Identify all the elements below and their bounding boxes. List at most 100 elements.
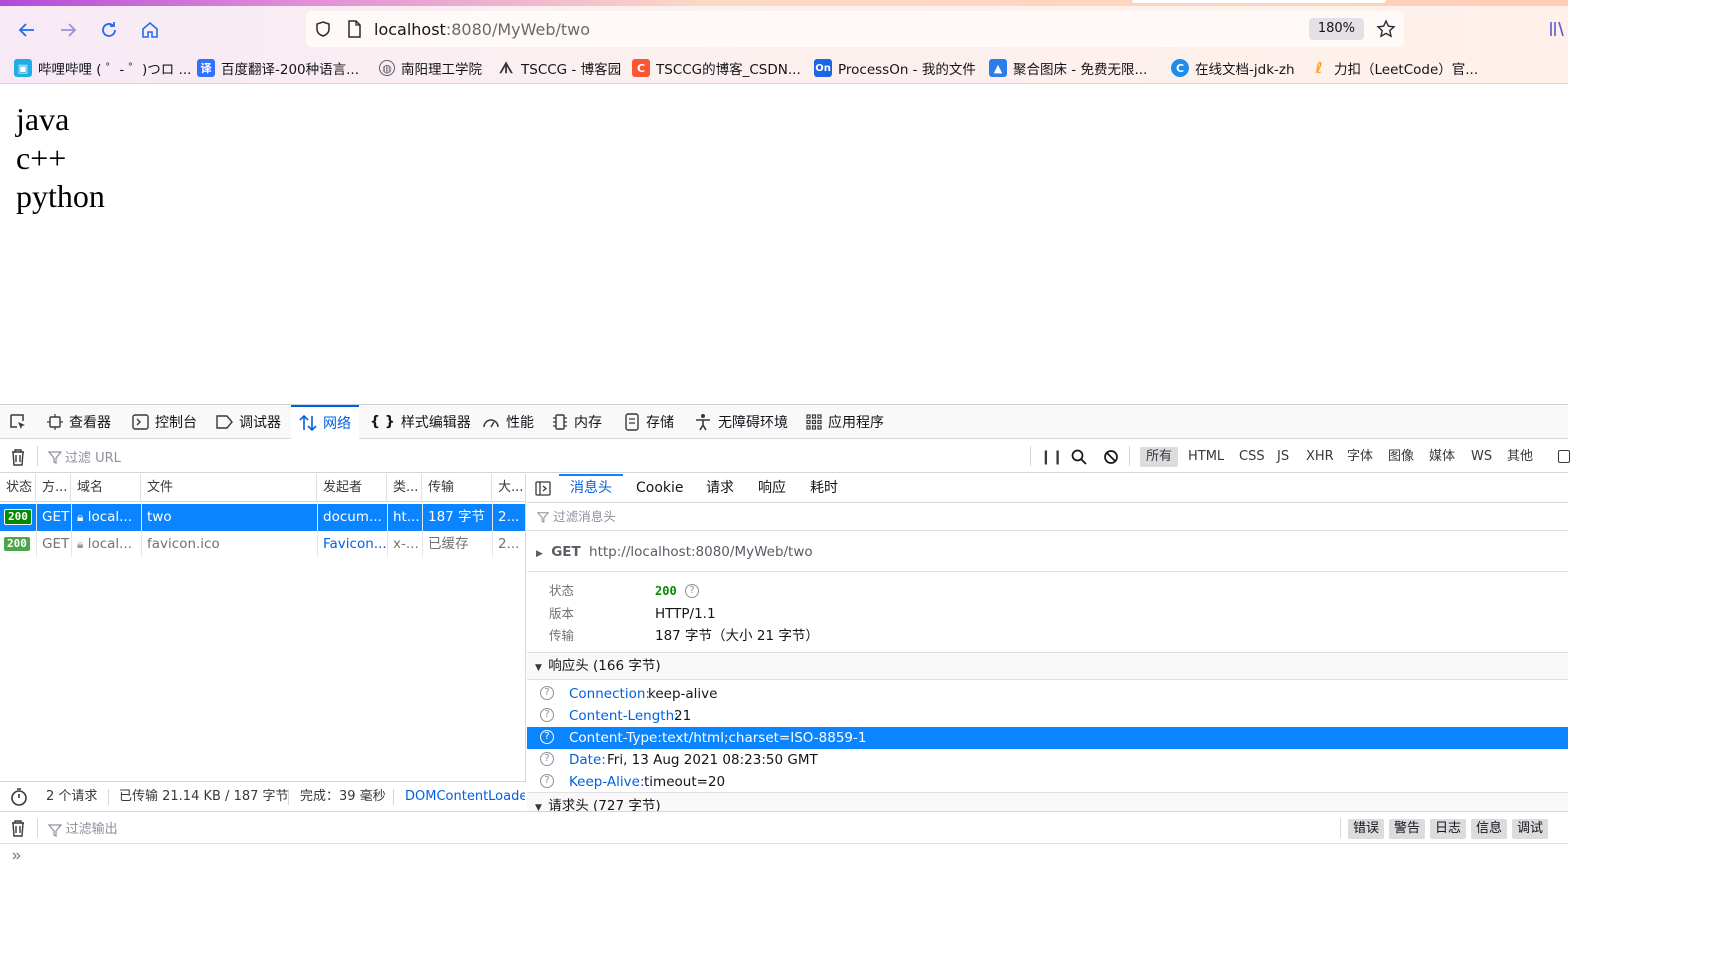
bookmark-star-icon[interactable]: [1376, 19, 1396, 39]
filter-images[interactable]: 图像: [1382, 447, 1420, 467]
filter-output-input[interactable]: 过滤输出: [48, 812, 1328, 845]
filter-html[interactable]: HTML: [1182, 447, 1230, 467]
bookmark-csdn[interactable]: C TSCCG的博客_CSDN...: [632, 58, 801, 78]
column-size[interactable]: 大...: [492, 474, 526, 502]
filter-ws[interactable]: WS: [1465, 447, 1498, 467]
column-initiator[interactable]: 发起者: [317, 474, 387, 502]
pause-button[interactable]: ❙❙: [1040, 440, 1063, 473]
tab-request[interactable]: 请求: [706, 474, 734, 503]
back-button[interactable]: [13, 16, 41, 44]
tab-storage[interactable]: 存储: [624, 405, 674, 439]
response-headers-section[interactable]: ▼ 响应头 (166 字节): [527, 652, 1568, 680]
level-errors[interactable]: 错误: [1348, 819, 1385, 839]
header-row[interactable]: ? Date: Fri, 13 Aug 2021 08:23:50 GMT: [527, 749, 1568, 771]
header-row[interactable]: ? Content-Length: 21: [527, 705, 1568, 727]
initiator-cell[interactable]: Favicon...: [317, 531, 387, 558]
table-row[interactable]: 200 GET 🔒︎ local... favicon.ico Favicon.…: [0, 531, 525, 558]
toggle-sidebar-button[interactable]: [535, 474, 551, 503]
bookmark-processon[interactable]: On ProcessOn - 我的文件: [814, 58, 976, 78]
tab-console[interactable]: 控制台: [132, 405, 197, 439]
clear-requests-button[interactable]: [10, 440, 26, 473]
help-icon[interactable]: ?: [540, 774, 554, 788]
home-button[interactable]: [136, 16, 164, 44]
tab-debugger[interactable]: 调试器: [215, 405, 281, 439]
tab-headers[interactable]: 消息头: [559, 474, 623, 503]
tab-application[interactable]: 应用程序: [806, 405, 884, 439]
bookmark-cnblogs[interactable]: ᗑ TSCCG - 博客园: [497, 58, 621, 78]
help-icon[interactable]: ?: [540, 686, 554, 700]
tab-network[interactable]: 网络: [291, 405, 359, 439]
level-logs[interactable]: 日志: [1430, 819, 1467, 839]
level-info[interactable]: 信息: [1471, 819, 1508, 839]
forward-button[interactable]: [54, 16, 82, 44]
address-bar[interactable]: localhost:8080/MyWeb/two 180%: [306, 11, 1404, 47]
level-warnings[interactable]: 警告: [1389, 819, 1426, 839]
clear-console-button[interactable]: [10, 819, 26, 837]
bookmarks-toolbar: ▣ 哔哩哔哩 ( ゜- ゜)つロ ... 译百度翻译-200种语言... ◍ 南阳理…: [0, 52, 1568, 84]
request-line[interactable]: ▶ GET http://localhost:8080/MyWeb/two: [527, 532, 1568, 572]
filter-fonts[interactable]: 字体: [1341, 447, 1379, 467]
tab-inspector[interactable]: 查看器: [47, 405, 111, 439]
column-status[interactable]: 状态: [0, 474, 36, 502]
header-row[interactable]: ? Connection: keep-alive: [527, 683, 1568, 705]
filter-all[interactable]: 所有: [1140, 447, 1179, 467]
header-row[interactable]: ? Keep-Alive: timeout=20: [527, 771, 1568, 793]
column-domain[interactable]: 域名: [71, 474, 141, 502]
disable-cache-checkbox[interactable]: [1558, 450, 1570, 463]
tab-memory[interactable]: 内存: [552, 405, 602, 439]
filter-funnel-icon: [48, 823, 62, 837]
stopwatch-icon[interactable]: [10, 782, 28, 812]
column-file[interactable]: 文件: [141, 474, 317, 502]
bookmark-leetcode[interactable]: ℓ 力扣（LeetCode）官...: [1310, 58, 1478, 78]
memory-chip-icon: [552, 413, 568, 431]
tab-style-editor[interactable]: { } 样式编辑器: [370, 405, 471, 439]
csdn-icon: C: [632, 59, 650, 77]
active-tab-hint[interactable]: [1132, 0, 1386, 3]
bookmark-image-host[interactable]: ▲ 聚合图床 - 免费无限...: [989, 58, 1147, 78]
column-divider: [36, 503, 37, 557]
transfer-cell: 已缓存: [428, 536, 469, 552]
toolbar-divider: [1129, 446, 1130, 466]
filter-xhr[interactable]: XHR: [1300, 447, 1340, 467]
filter-js[interactable]: JS: [1271, 447, 1295, 467]
tab-accessibility[interactable]: 无障碍环境: [694, 405, 788, 439]
bookmark-bilibili[interactable]: ▣ 哔哩哔哩 ( ゜- ゜)つロ ...: [14, 58, 191, 78]
bookmark-baidu-translate[interactable]: 译百度翻译-200种语言...: [197, 58, 359, 78]
request-headers-section[interactable]: ▼ 请求头 (727 字节): [527, 792, 1568, 812]
help-icon[interactable]: ?: [540, 708, 554, 722]
help-icon[interactable]: ?: [540, 752, 554, 766]
search-button[interactable]: [1071, 440, 1087, 473]
bookmark-nyist[interactable]: ◍ 南阳理工学院: [379, 58, 482, 78]
tab-timings[interactable]: 耗时: [810, 474, 838, 503]
tracking-protection-icon[interactable]: [314, 20, 332, 38]
library-icon[interactable]: [1548, 19, 1568, 39]
zoom-level-badge[interactable]: 180%: [1308, 18, 1364, 40]
block-requests-button[interactable]: [1103, 440, 1119, 473]
table-row[interactable]: 200 GET 🔒︎ local... two docum... ht... 1…: [0, 504, 525, 531]
reload-button[interactable]: [95, 16, 123, 44]
column-type[interactable]: 类...: [387, 474, 422, 502]
url-text[interactable]: localhost:8080/MyWeb/two: [374, 20, 590, 39]
filter-css[interactable]: CSS: [1233, 447, 1271, 467]
tab-performance[interactable]: 性能: [482, 405, 534, 439]
gauge-icon: [482, 414, 500, 430]
tab-response[interactable]: 响应: [758, 474, 786, 503]
element-picker-button[interactable]: [8, 405, 28, 439]
level-debug[interactable]: 调试: [1512, 819, 1549, 839]
bookmark-jdk-docs[interactable]: C 在线文档-jdk-zh: [1171, 58, 1295, 78]
page-info-icon[interactable]: [346, 20, 362, 38]
header-row-selected[interactable]: ? Content-Type: text/html;charset=ISO-88…: [527, 727, 1568, 749]
filter-funnel-icon: [537, 511, 549, 523]
help-icon[interactable]: ?: [540, 730, 554, 744]
transferred-total: 已传输 21.14 KB / 187 字节: [119, 789, 289, 804]
column-method[interactable]: 方...: [36, 474, 71, 502]
filter-other[interactable]: 其他: [1501, 447, 1539, 467]
tab-cookie[interactable]: Cookie: [636, 474, 684, 503]
filter-headers-input[interactable]: 过滤消息头: [527, 503, 1568, 531]
console-input[interactable]: »: [0, 845, 1568, 871]
filter-media[interactable]: 媒体: [1423, 447, 1461, 467]
filter-url-input[interactable]: 过滤 URL: [48, 440, 1023, 473]
help-icon[interactable]: ?: [685, 584, 699, 598]
column-transferred[interactable]: 传输: [422, 474, 492, 502]
doc-icon: C: [1171, 59, 1189, 77]
